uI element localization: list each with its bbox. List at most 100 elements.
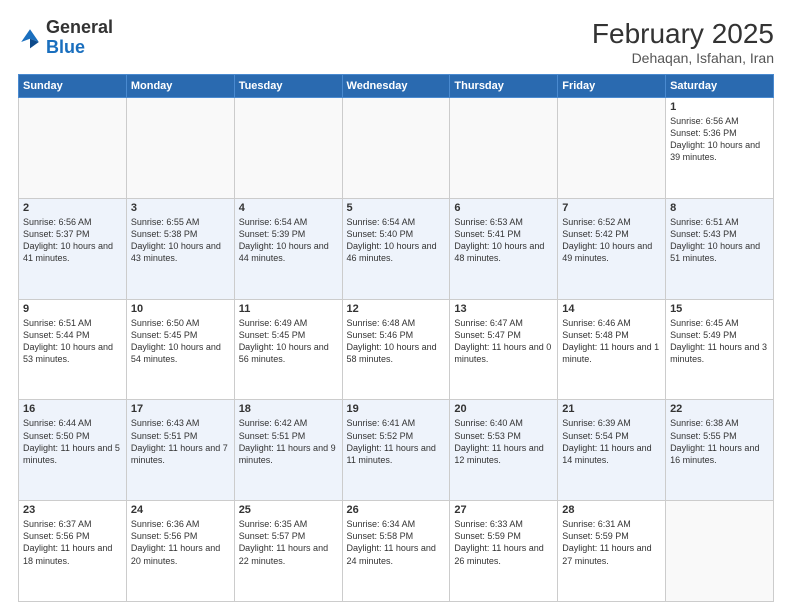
calendar-day-cell: 4 Sunrise: 6:54 AM Sunset: 5:39 PM Daylig… bbox=[234, 198, 342, 299]
calendar-day-cell: 7 Sunrise: 6:52 AM Sunset: 5:42 PM Daylig… bbox=[558, 198, 666, 299]
day-info: Sunrise: 6:48 AM Sunset: 5:46 PM Dayligh… bbox=[347, 317, 446, 366]
calendar-day-cell: 1Sunrise: 6:56 AM Sunset: 5:36 PM Daylig… bbox=[666, 98, 774, 199]
empty-cell bbox=[342, 98, 450, 199]
day-number: 17 bbox=[131, 403, 230, 415]
day-info: Sunrise: 6:35 AM Sunset: 5:57 PM Dayligh… bbox=[239, 518, 338, 567]
day-info: Sunrise: 6:51 AM Sunset: 5:43 PM Dayligh… bbox=[670, 216, 769, 265]
calendar-day-cell: 11 Sunrise: 6:49 AM Sunset: 5:45 PM Dayli… bbox=[234, 299, 342, 400]
header: General Blue February 2025 Dehaqan, Isfa… bbox=[18, 18, 774, 66]
day-number: 15 bbox=[670, 303, 769, 315]
calendar-week-row: 1Sunrise: 6:56 AM Sunset: 5:36 PM Daylig… bbox=[19, 98, 774, 199]
title-block: February 2025 Dehaqan, Isfahan, Iran bbox=[592, 18, 774, 66]
calendar-day-cell: 8 Sunrise: 6:51 AM Sunset: 5:43 PM Daylig… bbox=[666, 198, 774, 299]
calendar-day-cell: 20 Sunrise: 6:40 AM Sunset: 5:53 PM Dayli… bbox=[450, 400, 558, 501]
calendar-day-cell: 19 Sunrise: 6:41 AM Sunset: 5:52 PM Dayli… bbox=[342, 400, 450, 501]
day-info: Sunrise: 6:55 AM Sunset: 5:38 PM Dayligh… bbox=[131, 216, 230, 265]
day-number: 26 bbox=[347, 504, 446, 516]
day-number: 21 bbox=[562, 403, 661, 415]
empty-cell bbox=[558, 98, 666, 199]
calendar-day-header: Wednesday bbox=[342, 75, 450, 98]
calendar-day-cell: 26 Sunrise: 6:34 AM Sunset: 5:58 PM Dayli… bbox=[342, 501, 450, 602]
day-number: 11 bbox=[239, 303, 338, 315]
calendar-week-row: 23 Sunrise: 6:37 AM Sunset: 5:56 PM Dayli… bbox=[19, 501, 774, 602]
calendar-day-cell: 18 Sunrise: 6:42 AM Sunset: 5:51 PM Dayli… bbox=[234, 400, 342, 501]
day-number: 27 bbox=[454, 504, 553, 516]
day-number: 3 bbox=[131, 202, 230, 214]
day-number: 5 bbox=[347, 202, 446, 214]
day-info: Sunrise: 6:43 AM Sunset: 5:51 PM Dayligh… bbox=[131, 417, 230, 466]
calendar-day-cell: 12 Sunrise: 6:48 AM Sunset: 5:46 PM Dayli… bbox=[342, 299, 450, 400]
day-info: Sunrise: 6:38 AM Sunset: 5:55 PM Dayligh… bbox=[670, 417, 769, 466]
day-info: Sunrise: 6:41 AM Sunset: 5:52 PM Dayligh… bbox=[347, 417, 446, 466]
day-info: Sunrise: 6:40 AM Sunset: 5:53 PM Dayligh… bbox=[454, 417, 553, 466]
logo-icon bbox=[18, 26, 42, 50]
day-number: 23 bbox=[23, 504, 122, 516]
calendar-week-row: 2Sunrise: 6:56 AM Sunset: 5:37 PM Daylig… bbox=[19, 198, 774, 299]
calendar-day-cell: 10Sunrise: 6:50 AM Sunset: 5:45 PM Dayli… bbox=[126, 299, 234, 400]
calendar-day-header: Thursday bbox=[450, 75, 558, 98]
logo-blue: Blue bbox=[46, 37, 85, 57]
empty-cell bbox=[19, 98, 127, 199]
month-year: February 2025 bbox=[592, 18, 774, 50]
day-number: 20 bbox=[454, 403, 553, 415]
day-info: Sunrise: 6:49 AM Sunset: 5:45 PM Dayligh… bbox=[239, 317, 338, 366]
calendar-week-row: 16Sunrise: 6:44 AM Sunset: 5:50 PM Dayli… bbox=[19, 400, 774, 501]
day-number: 6 bbox=[454, 202, 553, 214]
day-info: Sunrise: 6:54 AM Sunset: 5:39 PM Dayligh… bbox=[239, 216, 338, 265]
day-number: 22 bbox=[670, 403, 769, 415]
day-number: 9 bbox=[23, 303, 122, 315]
day-info: Sunrise: 6:37 AM Sunset: 5:56 PM Dayligh… bbox=[23, 518, 122, 567]
calendar-day-cell: 5Sunrise: 6:54 AM Sunset: 5:40 PM Daylig… bbox=[342, 198, 450, 299]
calendar-day-cell: 27 Sunrise: 6:33 AM Sunset: 5:59 PM Dayli… bbox=[450, 501, 558, 602]
day-number: 13 bbox=[454, 303, 553, 315]
calendar-header-row: SundayMondayTuesdayWednesdayThursdayFrid… bbox=[19, 75, 774, 98]
day-info: Sunrise: 6:31 AM Sunset: 5:59 PM Dayligh… bbox=[562, 518, 661, 567]
day-info: Sunrise: 6:34 AM Sunset: 5:58 PM Dayligh… bbox=[347, 518, 446, 567]
calendar-day-cell: 24Sunrise: 6:36 AM Sunset: 5:56 PM Dayli… bbox=[126, 501, 234, 602]
day-info: Sunrise: 6:39 AM Sunset: 5:54 PM Dayligh… bbox=[562, 417, 661, 466]
logo-general: General bbox=[46, 17, 113, 37]
day-number: 19 bbox=[347, 403, 446, 415]
day-number: 4 bbox=[239, 202, 338, 214]
empty-cell bbox=[234, 98, 342, 199]
day-number: 10 bbox=[131, 303, 230, 315]
day-number: 25 bbox=[239, 504, 338, 516]
calendar-day-cell: 15Sunrise: 6:45 AM Sunset: 5:49 PM Dayli… bbox=[666, 299, 774, 400]
calendar-day-cell: 28 Sunrise: 6:31 AM Sunset: 5:59 PM Dayli… bbox=[558, 501, 666, 602]
day-number: 14 bbox=[562, 303, 661, 315]
calendar-day-cell: 21 Sunrise: 6:39 AM Sunset: 5:54 PM Dayli… bbox=[558, 400, 666, 501]
day-info: Sunrise: 6:56 AM Sunset: 5:36 PM Dayligh… bbox=[670, 115, 769, 164]
day-number: 7 bbox=[562, 202, 661, 214]
day-info: Sunrise: 6:46 AM Sunset: 5:48 PM Dayligh… bbox=[562, 317, 661, 366]
day-number: 12 bbox=[347, 303, 446, 315]
day-info: Sunrise: 6:44 AM Sunset: 5:50 PM Dayligh… bbox=[23, 417, 122, 466]
day-info: Sunrise: 6:42 AM Sunset: 5:51 PM Dayligh… bbox=[239, 417, 338, 466]
calendar-day-cell: 13Sunrise: 6:47 AM Sunset: 5:47 PM Dayli… bbox=[450, 299, 558, 400]
day-info: Sunrise: 6:51 AM Sunset: 5:44 PM Dayligh… bbox=[23, 317, 122, 366]
calendar-day-cell: 22 Sunrise: 6:38 AM Sunset: 5:55 PM Dayli… bbox=[666, 400, 774, 501]
day-info: Sunrise: 6:52 AM Sunset: 5:42 PM Dayligh… bbox=[562, 216, 661, 265]
calendar-day-cell: 17 Sunrise: 6:43 AM Sunset: 5:51 PM Dayli… bbox=[126, 400, 234, 501]
calendar-day-cell: 3 Sunrise: 6:55 AM Sunset: 5:38 PM Daylig… bbox=[126, 198, 234, 299]
calendar-day-cell: 6 Sunrise: 6:53 AM Sunset: 5:41 PM Daylig… bbox=[450, 198, 558, 299]
day-info: Sunrise: 6:36 AM Sunset: 5:56 PM Dayligh… bbox=[131, 518, 230, 567]
day-info: Sunrise: 6:53 AM Sunset: 5:41 PM Dayligh… bbox=[454, 216, 553, 265]
location: Dehaqan, Isfahan, Iran bbox=[592, 50, 774, 66]
day-number: 8 bbox=[670, 202, 769, 214]
calendar-day-cell: 25 Sunrise: 6:35 AM Sunset: 5:57 PM Dayli… bbox=[234, 501, 342, 602]
day-info: Sunrise: 6:33 AM Sunset: 5:59 PM Dayligh… bbox=[454, 518, 553, 567]
calendar-day-header: Tuesday bbox=[234, 75, 342, 98]
empty-cell bbox=[666, 501, 774, 602]
day-info: Sunrise: 6:56 AM Sunset: 5:37 PM Dayligh… bbox=[23, 216, 122, 265]
calendar-day-cell: 14 Sunrise: 6:46 AM Sunset: 5:48 PM Dayli… bbox=[558, 299, 666, 400]
day-number: 18 bbox=[239, 403, 338, 415]
logo: General Blue bbox=[18, 18, 113, 58]
calendar-day-cell: 16Sunrise: 6:44 AM Sunset: 5:50 PM Dayli… bbox=[19, 400, 127, 501]
calendar-day-cell: 23 Sunrise: 6:37 AM Sunset: 5:56 PM Dayli… bbox=[19, 501, 127, 602]
day-number: 28 bbox=[562, 504, 661, 516]
calendar-day-header: Saturday bbox=[666, 75, 774, 98]
page: General Blue February 2025 Dehaqan, Isfa… bbox=[0, 0, 792, 612]
calendar-day-header: Monday bbox=[126, 75, 234, 98]
calendar: SundayMondayTuesdayWednesdayThursdayFrid… bbox=[18, 74, 774, 602]
logo-text: General Blue bbox=[46, 18, 113, 58]
